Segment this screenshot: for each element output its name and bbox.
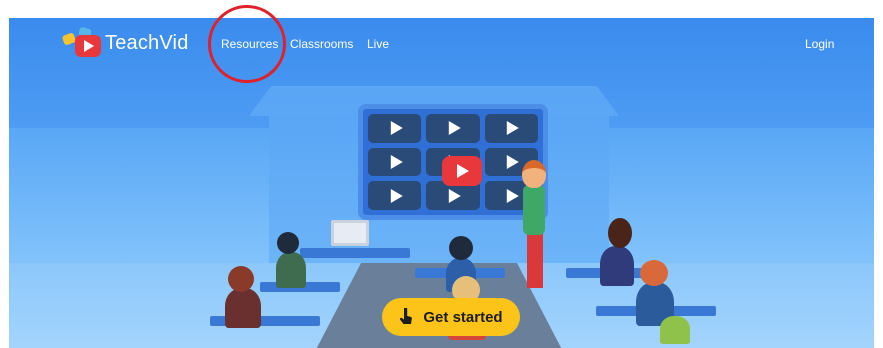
video-tile [426,114,480,143]
student-head [640,260,668,286]
student-figure [276,252,306,288]
teacher-figure [523,185,545,235]
board-play-logo [442,156,482,186]
nav-classrooms-link[interactable]: Classrooms [290,37,353,51]
top-navbar: TeachVid Resources Classrooms Live Login [9,5,874,83]
teacher-legs [527,232,543,288]
login-link[interactable]: Login [805,37,834,51]
teachvid-logo-icon[interactable] [61,26,101,58]
student-head [608,218,632,248]
student-figure [600,246,634,286]
play-button-icon [75,35,101,57]
student-head [228,266,254,292]
nav-live-link[interactable]: Live [367,37,389,51]
student-figure [225,288,261,328]
video-tile [484,114,538,143]
highlight-circle [208,5,286,83]
brand-name[interactable]: TeachVid [105,32,189,55]
get-started-label: Get started [423,308,503,326]
video-tile [368,114,422,143]
student-head [277,232,299,254]
video-tile [368,147,422,177]
student-head [449,236,473,260]
computer-monitor [331,220,369,246]
teacher-head [522,160,546,188]
hand-pointer-icon [399,307,413,326]
backpack [660,316,690,344]
get-started-button[interactable]: Get started [382,298,520,336]
video-tile [368,181,422,210]
desk [300,248,410,258]
